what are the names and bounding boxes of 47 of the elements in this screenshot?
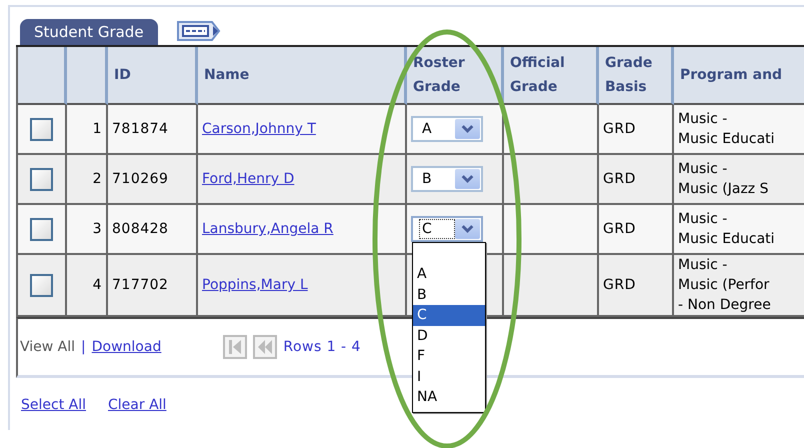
download-link[interactable]: Download [92,339,162,355]
column-header: Grade Basis [605,55,652,95]
student-name-link[interactable]: Poppins,Mary L [202,277,308,293]
program-text: Music (Perfor [678,276,770,295]
id-cell: 710269 [112,171,168,187]
id-cell: 808428 [112,221,168,237]
program-text: - Non Degree [678,296,772,315]
row-number: 2 [92,171,102,187]
dropdown-option[interactable]: B [413,284,485,305]
grade-basis-cell: GRD [603,121,636,137]
rows-range-text: Rows 1 - 4 [283,339,361,355]
row-number: 3 [92,221,102,237]
dropdown-option[interactable]: C [413,305,485,326]
row-number: 4 [92,277,102,293]
grade-dropdown[interactable]: B [411,166,483,192]
program-text: Music - [678,256,728,275]
column-header: Official Grade [510,55,565,95]
tab[interactable]: Student Grade [20,19,158,45]
table-action-link[interactable]: Select All [21,397,86,413]
id-cell: 781874 [112,121,168,137]
program-text: Music - [678,110,728,129]
grade-basis-cell: GRD [603,277,636,293]
dropdown-option[interactable]: A [413,264,485,284]
column-header: Name [204,67,250,83]
column-header: Roster Grade [413,55,465,95]
grade-basis-cell: GRD [603,221,636,237]
dropdown-option[interactable]: D [413,326,485,346]
column-header: Program and [680,67,782,83]
student-name-link[interactable]: Ford,Henry D [202,171,294,187]
dropdown-option[interactable]: NA [413,387,485,408]
program-text: Music - [678,210,728,229]
view-all-text: View All [20,339,76,355]
table-action-link[interactable]: Clear All [108,397,166,413]
dropdown-option[interactable]: I [413,366,485,387]
row-number: 1 [92,121,102,137]
grade-dropdown[interactable]: A [411,116,483,142]
program-text: Music - [678,160,728,179]
separator: | [81,339,86,355]
student-name-link[interactable]: Carson,Johnny T [202,121,316,137]
program-text: Music (Jazz S [678,180,770,199]
dropdown-option[interactable]: F [413,346,485,366]
program-text: Music Educati [678,230,776,249]
grade-basis-cell: GRD [603,171,636,187]
column-header: ID [114,67,131,83]
program-text: Music Educati [678,130,776,149]
grade-dropdown[interactable]: C [411,216,483,242]
id-cell: 717702 [112,277,168,293]
